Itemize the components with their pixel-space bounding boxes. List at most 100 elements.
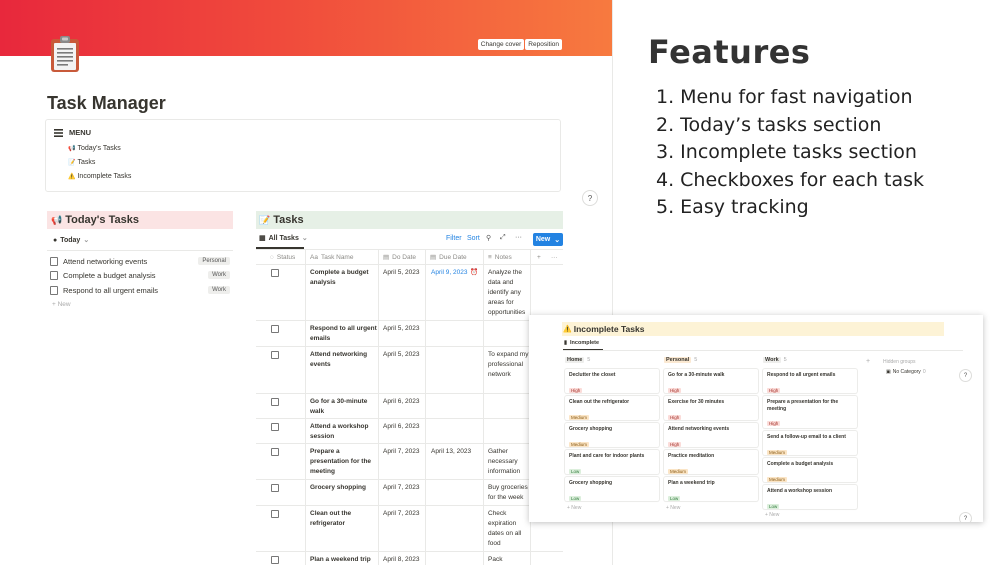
board-card[interactable]: Attend networking events High bbox=[664, 423, 758, 447]
menu-header: MENU bbox=[54, 128, 91, 137]
no-category-group[interactable]: ▣ No Category 0 bbox=[886, 369, 926, 375]
list-item[interactable]: Attend networking events Personal bbox=[50, 254, 230, 268]
calendar-icon: ▤ bbox=[383, 254, 390, 261]
chevron-down-icon: ⌄ bbox=[301, 235, 308, 242]
board-card[interactable]: Practice meditation Medium bbox=[664, 450, 758, 474]
menu-link-incomplete-tasks[interactable]: ⚠️ Incomplete Tasks bbox=[68, 173, 131, 180]
help-button[interactable]: ? bbox=[582, 190, 598, 206]
task-name[interactable]: Attend a workshop session bbox=[310, 422, 378, 442]
task-checkbox[interactable] bbox=[271, 351, 279, 359]
board-card[interactable]: Grocery shopping Medium bbox=[565, 423, 659, 447]
task-checkbox[interactable] bbox=[271, 448, 279, 456]
column-header-due-date[interactable]: ▤ Due Date bbox=[430, 252, 467, 262]
card-title: Complete a budget analysis bbox=[767, 461, 834, 467]
board-icon: ▮ bbox=[564, 340, 568, 346]
board-card[interactable]: Send a follow-up email to a client Medium bbox=[763, 431, 857, 455]
clipboard-icon[interactable] bbox=[50, 35, 80, 73]
priority-tag: Medium bbox=[668, 468, 689, 474]
features-list: 1. Menu for fast navigation 2. Today’s t… bbox=[656, 84, 924, 222]
new-button[interactable]: New ⌄ bbox=[533, 233, 563, 246]
features-title: Features bbox=[648, 33, 811, 71]
list-item[interactable]: Respond to all urgent emails Work bbox=[50, 283, 230, 297]
board-card[interactable]: Plant and care for indoor plants Low bbox=[565, 450, 659, 474]
menu-link-tasks[interactable]: 📝 Tasks bbox=[68, 159, 95, 166]
all-tasks-view-tab[interactable]: ▦ All Tasks ⌄ bbox=[259, 234, 308, 243]
add-card-button[interactable]: + New bbox=[666, 505, 680, 511]
warning-icon: ⚠️ bbox=[563, 326, 572, 333]
column-header-do-date[interactable]: ▤ Do Date bbox=[383, 252, 416, 262]
list-item[interactable]: Complete a budget analysis Work bbox=[50, 268, 230, 282]
alarm-clock-icon: ⏰ bbox=[470, 269, 479, 276]
feature-item: 5. Easy tracking bbox=[656, 196, 809, 218]
reposition-button[interactable]: Reposition bbox=[525, 39, 562, 50]
board-card[interactable]: Respond to all urgent emails High bbox=[763, 369, 857, 393]
task-name[interactable]: Prepare a presentation for the meeting bbox=[310, 447, 378, 477]
cover-controls: Change cover Reposition bbox=[477, 39, 562, 50]
add-property-button[interactable]: + bbox=[537, 252, 541, 262]
column-title[interactable]: Home 5 bbox=[565, 355, 659, 365]
change-cover-button[interactable]: Change cover bbox=[477, 39, 525, 50]
task-checkbox[interactable] bbox=[271, 269, 279, 277]
warning-icon: ⚠️ bbox=[68, 174, 76, 180]
board-card[interactable]: Go for a 30-minute walk High bbox=[664, 369, 758, 393]
task-name[interactable]: Plan a weekend trip bbox=[310, 555, 378, 565]
task-checkbox[interactable] bbox=[271, 325, 279, 333]
column-header-task-name[interactable]: Aa Task Name bbox=[310, 252, 353, 262]
incomplete-view-tab[interactable]: ▮ Incomplete bbox=[564, 340, 599, 346]
board-card[interactable]: Clean out the refrigerator Medium bbox=[565, 396, 659, 420]
group-count: 0 bbox=[922, 369, 926, 375]
board-card[interactable]: Attend a workshop session Low bbox=[763, 485, 857, 509]
calendar-icon: ▤ bbox=[430, 254, 437, 261]
page-icon bbox=[50, 256, 58, 266]
task-checkbox[interactable] bbox=[271, 484, 279, 492]
task-name[interactable]: Go for a 30-minute walk bbox=[310, 397, 378, 417]
column-header-status[interactable]: ◌ Status bbox=[270, 252, 295, 262]
menu-link-label: Incomplete Tasks bbox=[77, 173, 132, 180]
task-name[interactable]: Attend networking events bbox=[310, 350, 378, 370]
task-checkbox[interactable] bbox=[271, 556, 279, 564]
more-properties-button[interactable]: ··· bbox=[551, 252, 558, 262]
task-name[interactable]: Clean out the refrigerator bbox=[310, 509, 378, 529]
add-card-button[interactable]: + New bbox=[765, 512, 779, 518]
add-group-button[interactable]: + bbox=[866, 358, 870, 365]
divider bbox=[256, 479, 563, 480]
divider bbox=[256, 264, 563, 265]
board-card[interactable]: Exercise for 30 minutes High bbox=[664, 396, 758, 420]
sort-button[interactable]: Sort bbox=[467, 235, 480, 242]
priority-tag: Low bbox=[668, 495, 681, 501]
incomplete-tasks-header: ⚠️ Incomplete Tasks bbox=[562, 322, 944, 336]
board-card[interactable]: Declutter the closet High bbox=[565, 369, 659, 393]
search-icon[interactable]: ⚲ bbox=[486, 234, 491, 242]
help-button[interactable]: ? bbox=[959, 369, 972, 382]
board-card[interactable]: Prepare a presentation for the meeting Hi… bbox=[763, 396, 857, 428]
board-card[interactable]: Plan a weekend trip Low bbox=[664, 477, 758, 501]
task-name[interactable]: Grocery shopping bbox=[310, 483, 378, 493]
column-title[interactable]: Work 5 bbox=[763, 355, 857, 365]
task-checkbox[interactable] bbox=[271, 398, 279, 406]
page-icon bbox=[50, 285, 58, 295]
filter-button[interactable]: Filter bbox=[446, 235, 462, 242]
card-title: Attend networking events bbox=[668, 426, 730, 432]
board-column-home: Home 5 bbox=[565, 355, 659, 365]
task-checkbox[interactable] bbox=[271, 510, 279, 518]
do-date: April 8, 2023 bbox=[383, 556, 420, 563]
column-title[interactable]: Personal 5 bbox=[664, 355, 758, 365]
feature-item: 3. Incomplete tasks section bbox=[656, 141, 917, 163]
board-card[interactable]: Grocery shopping Low bbox=[565, 477, 659, 501]
board-card[interactable]: Complete a budget analysis Medium bbox=[763, 458, 857, 482]
more-options-icon[interactable]: ··· bbox=[515, 234, 522, 241]
menu-link-todays-tasks[interactable]: 📢 Today's Tasks bbox=[68, 145, 121, 152]
add-card-button[interactable]: + New bbox=[567, 505, 581, 511]
divider bbox=[256, 346, 563, 347]
today-view-tab[interactable]: ● Today ⌄ bbox=[53, 236, 89, 245]
task-checkbox[interactable] bbox=[271, 423, 279, 431]
column-label: Status bbox=[276, 253, 296, 261]
task-name[interactable]: Respond to all urgent emails bbox=[310, 324, 378, 344]
add-new-button[interactable]: + New bbox=[52, 301, 71, 308]
do-date: April 6, 2023 bbox=[383, 423, 420, 430]
expand-icon[interactable]: ⤢ bbox=[500, 234, 506, 242]
help-button[interactable]: ? bbox=[959, 512, 972, 522]
task-name[interactable]: Complete a budget analysis bbox=[310, 268, 378, 288]
column-header-notes[interactable]: ≡ Notes bbox=[488, 252, 512, 262]
divider bbox=[378, 250, 379, 565]
